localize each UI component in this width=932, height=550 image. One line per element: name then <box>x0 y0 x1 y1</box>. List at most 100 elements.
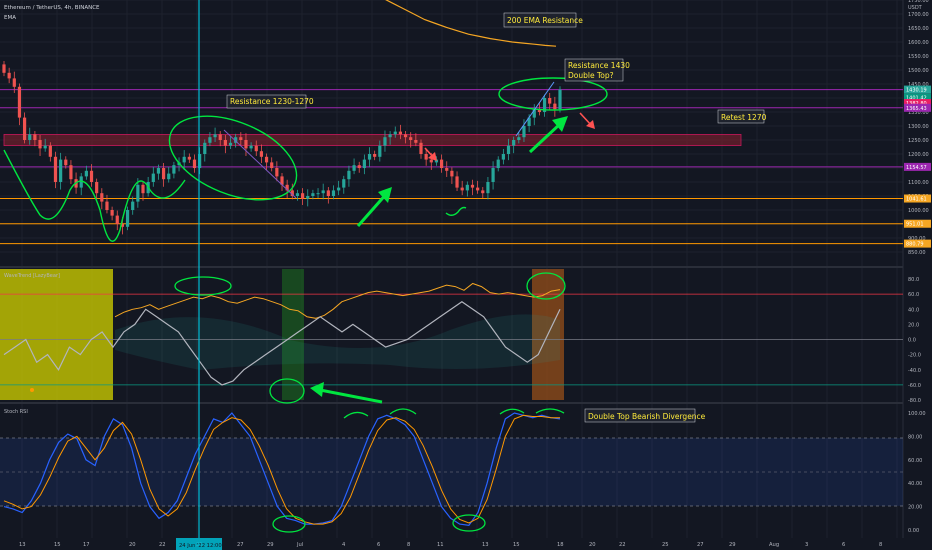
candle-body <box>414 140 418 143</box>
price-badge: 1430.19 <box>904 85 931 94</box>
wavetrend-tick-label: 20.0 <box>908 322 919 328</box>
candle <box>558 86 562 113</box>
svg-text:Double Top?: Double Top? <box>568 71 614 80</box>
annotation-resistance-1430[interactable]: Resistance 1430 Double Top? <box>564 58 630 82</box>
price-badge-text: 951.01 <box>906 222 924 228</box>
price-tick-label: 1300.00 <box>908 124 929 130</box>
candle-body <box>419 142 423 154</box>
time-tick-label: 11 <box>437 542 444 548</box>
candle-body <box>192 159 197 168</box>
time-tick-label: 20 <box>589 542 596 548</box>
price-badge-text: 1365.43 <box>906 106 927 112</box>
candle-body <box>362 159 366 168</box>
time-tick-label: 6 <box>842 542 845 548</box>
time-tick-label: 15 <box>513 542 520 548</box>
svg-text:Resistance 1230-1270: Resistance 1230-1270 <box>230 97 314 106</box>
ema-indicator-label[interactable]: EMA <box>4 15 16 21</box>
time-tick-label: 20 <box>129 542 136 548</box>
candle-body <box>496 159 500 168</box>
stoch-tick-label: 60.00 <box>908 458 922 464</box>
candle-body <box>439 159 444 168</box>
time-tick-label: 15 <box>54 542 61 548</box>
candle-body <box>342 179 346 188</box>
candle-body <box>403 134 408 138</box>
candle-body <box>306 196 310 199</box>
candle-body <box>228 142 233 146</box>
price-badge: 1154.57 <box>904 162 931 171</box>
time-tick-label: Jul <box>296 542 303 548</box>
candle-body <box>223 140 227 146</box>
price-tick-label: 1200.00 <box>908 152 929 158</box>
candle-body <box>481 190 485 194</box>
symbol-title: Ethereum / TetherUS, 4h, BINANCE <box>4 5 100 11</box>
time-tick-label: 17 <box>83 542 90 548</box>
candle-body <box>460 187 464 191</box>
time-tick-label: 25 <box>662 542 669 548</box>
stoch-tick-label: 100.00 <box>908 411 926 417</box>
candle-body <box>445 168 449 171</box>
candle-body <box>259 151 264 157</box>
wavetrend-tick-label: 40.0 <box>908 307 919 313</box>
candle-body <box>553 103 557 110</box>
candle-body <box>239 137 243 140</box>
candle-body <box>517 137 521 140</box>
candle-body <box>136 184 140 202</box>
time-tick-label: 6 <box>377 542 380 548</box>
candle-body <box>208 137 212 143</box>
candle-body <box>398 131 403 135</box>
candle-body <box>167 173 171 180</box>
candle-body <box>69 165 73 180</box>
candle-body <box>347 170 351 180</box>
annotation-bearish-divergence[interactable]: Double Top Bearish Divergence <box>584 408 706 423</box>
annotation-resistance-zone[interactable]: Resistance 1230-1270 <box>226 94 314 109</box>
candle-body <box>378 145 382 157</box>
candle-body <box>337 187 341 191</box>
candle-body <box>115 215 119 224</box>
candle-body <box>64 159 68 166</box>
price-tick-label: 850.00 <box>908 250 926 256</box>
candle-body <box>53 156 58 182</box>
candle-body <box>491 168 495 182</box>
candle-body <box>33 134 37 140</box>
price-tick-label: 1700.00 <box>908 12 929 18</box>
candle-body <box>512 140 516 146</box>
candle-body <box>548 98 552 104</box>
candle-body <box>249 145 253 149</box>
wavetrend-tick-label: -60.0 <box>908 383 921 389</box>
time-tick-label: 13 <box>19 542 26 548</box>
candle-body <box>558 89 562 110</box>
svg-text:Retest 1270: Retest 1270 <box>721 113 767 122</box>
price-badge-text: 1430.19 <box>906 88 927 94</box>
stoch-tick-label: 20.00 <box>908 505 922 511</box>
price-badge: 1041.61 <box>904 194 931 203</box>
annotation-ema-resistance[interactable]: 200 EMA Resistance <box>503 12 583 28</box>
candle-body <box>311 193 315 196</box>
candle-body <box>110 210 114 216</box>
time-tick-label: 27 <box>697 542 704 548</box>
candle-body <box>125 210 130 227</box>
svg-text:24 Jun '22 12:00: 24 Jun '22 12:00 <box>179 543 222 549</box>
candle-body <box>105 201 109 210</box>
candle-body <box>393 131 397 135</box>
wavetrend-tick-label: 0.0 <box>908 338 916 344</box>
candle-body <box>89 170 94 182</box>
price-tick-label: 1000.00 <box>908 208 929 214</box>
candle-body <box>501 154 505 160</box>
chart-canvas[interactable]: 850.00900.00950.001000.001050.001100.001… <box>0 0 932 550</box>
price-badge-text: 1154.57 <box>906 165 927 171</box>
candle-body <box>84 170 88 177</box>
candle <box>125 206 130 231</box>
time-axis-highlight: 24 Jun '22 12:00 <box>176 538 222 550</box>
annotation-retest[interactable]: Retest 1270 <box>717 109 767 124</box>
candle-body <box>388 134 392 138</box>
stoch-rsi-label[interactable]: Stoch RSI <box>4 409 28 415</box>
time-tick-label: 18 <box>557 542 564 548</box>
time-tick-label: 27 <box>237 542 244 548</box>
oscillator-highlight-yellow <box>0 269 113 400</box>
price-badge-text: 880.79 <box>906 242 924 248</box>
time-tick-label: 13 <box>482 542 489 548</box>
wavetrend-label[interactable]: WaveTrend [LazyBear] <box>4 273 60 279</box>
candle-body <box>352 165 356 171</box>
svg-text:Double Top Bearish Divergence: Double Top Bearish Divergence <box>588 412 706 421</box>
resistance-zone-box[interactable] <box>3 133 742 146</box>
